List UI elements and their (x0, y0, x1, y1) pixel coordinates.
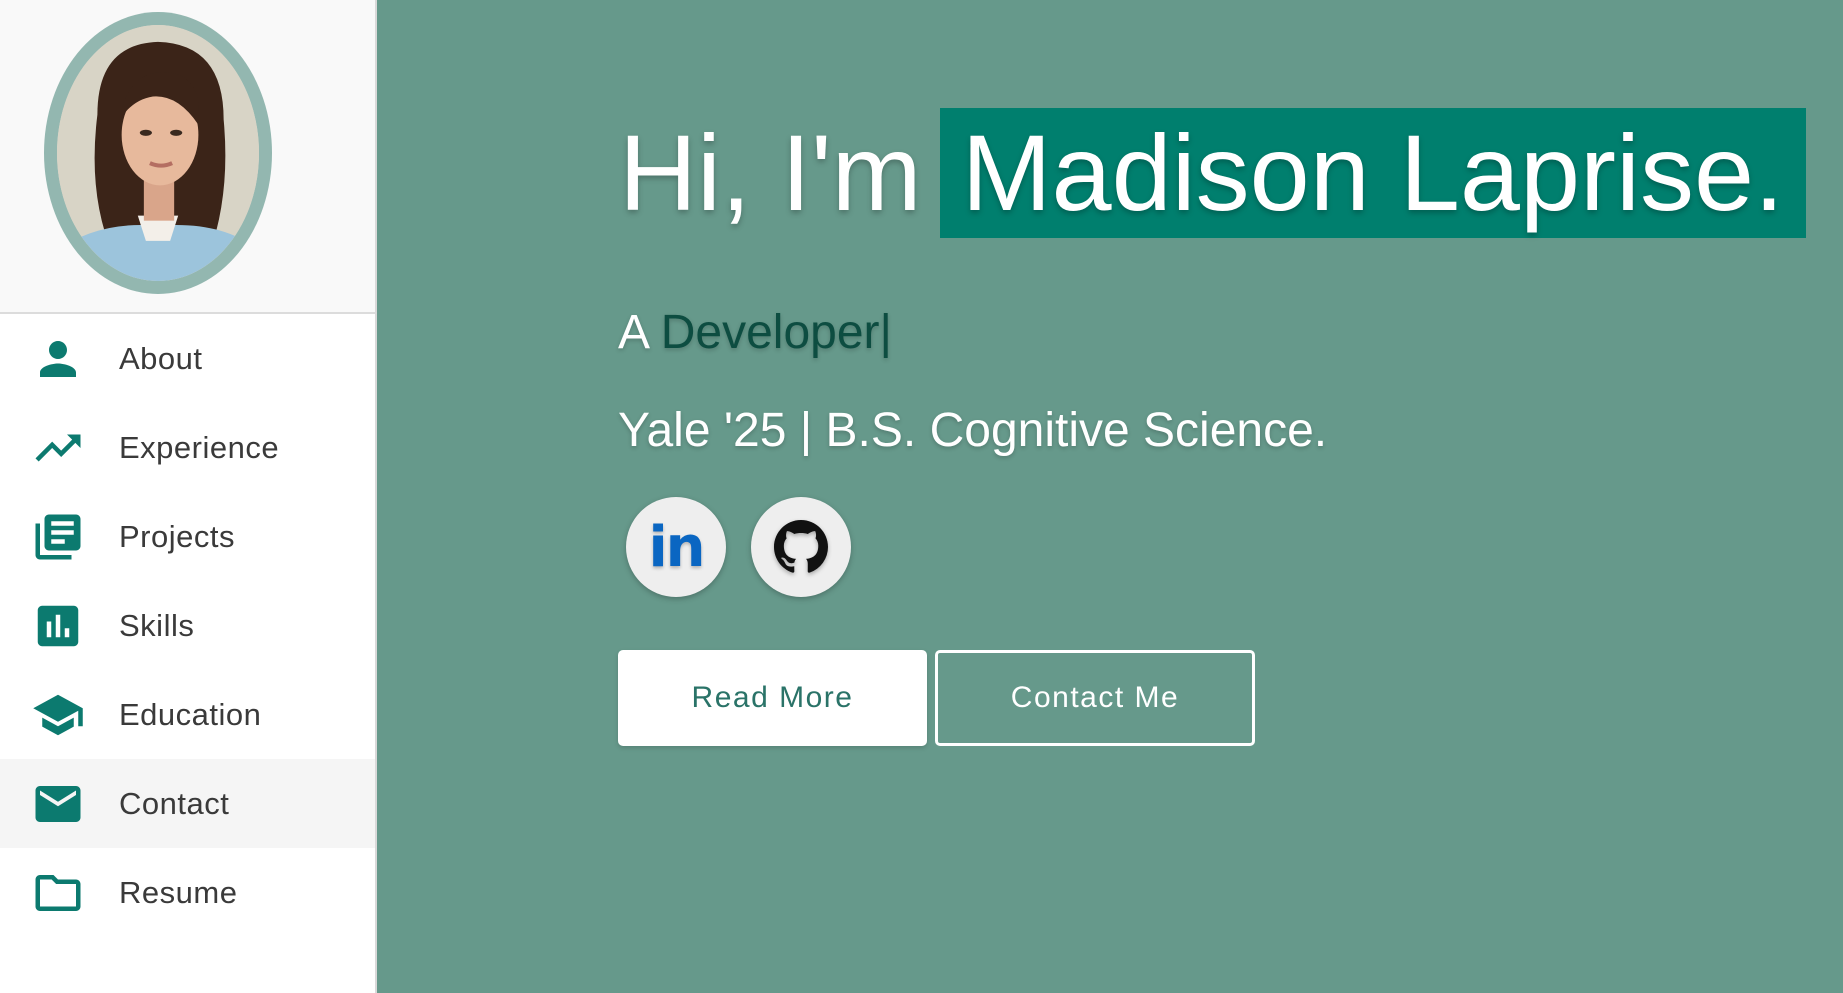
hero-tagline: A Developer| (618, 305, 892, 360)
envelope-icon (31, 777, 85, 831)
sidebar-item-skills[interactable]: Skills (0, 581, 375, 670)
sidebar-item-projects[interactable]: Projects (0, 492, 375, 581)
sidebar: About Experience Projects Skills Educati… (0, 0, 377, 993)
avatar-frame (44, 12, 272, 294)
profile-area (0, 0, 375, 314)
sidebar-item-label: About (119, 340, 203, 376)
sidebar-item-label: Education (119, 696, 262, 732)
hero-headline: Hi, I'm Madison Laprise. (619, 108, 1807, 238)
read-more-button[interactable]: Read More (618, 650, 927, 746)
graduation-cap-icon (31, 688, 85, 742)
library-books-icon (31, 510, 85, 564)
contact-me-button[interactable]: Contact Me (935, 650, 1255, 746)
github-link[interactable] (751, 497, 851, 597)
bar-chart-icon (31, 599, 85, 653)
hero-name: Madison Laprise. (939, 108, 1807, 238)
sidebar-item-education[interactable]: Education (0, 670, 375, 759)
sidebar-item-experience[interactable]: Experience (0, 403, 375, 492)
person-icon (31, 332, 85, 386)
sidebar-item-label: Contact (119, 785, 230, 821)
hero-section: Hi, I'm Madison Laprise. A Developer| Yal… (377, 0, 1843, 993)
tagline-role: Developer| (660, 306, 892, 359)
sidebar-item-label: Experience (119, 429, 280, 465)
tagline-prefix: A (618, 306, 648, 359)
linkedin-icon: in (648, 514, 705, 580)
trending-up-icon (31, 421, 85, 475)
sidebar-item-contact[interactable]: Contact (0, 759, 375, 848)
sidebar-item-label: Skills (119, 607, 195, 643)
github-icon (774, 520, 828, 573)
sidebar-item-about[interactable]: About (0, 314, 375, 403)
linkedin-link[interactable]: in (626, 497, 726, 597)
sidebar-item-label: Projects (119, 518, 235, 554)
sidebar-nav: About Experience Projects Skills Educati… (0, 314, 375, 937)
app-root: About Experience Projects Skills Educati… (0, 0, 1843, 993)
avatar (57, 25, 259, 281)
sidebar-item-label: Resume (119, 874, 238, 910)
hero-greeting: Hi, I'm (619, 112, 922, 233)
folder-icon (31, 866, 85, 920)
sidebar-item-resume[interactable]: Resume (0, 848, 375, 937)
hero-subtitle: Yale '25 | B.S. Cognitive Science. (618, 404, 1328, 457)
